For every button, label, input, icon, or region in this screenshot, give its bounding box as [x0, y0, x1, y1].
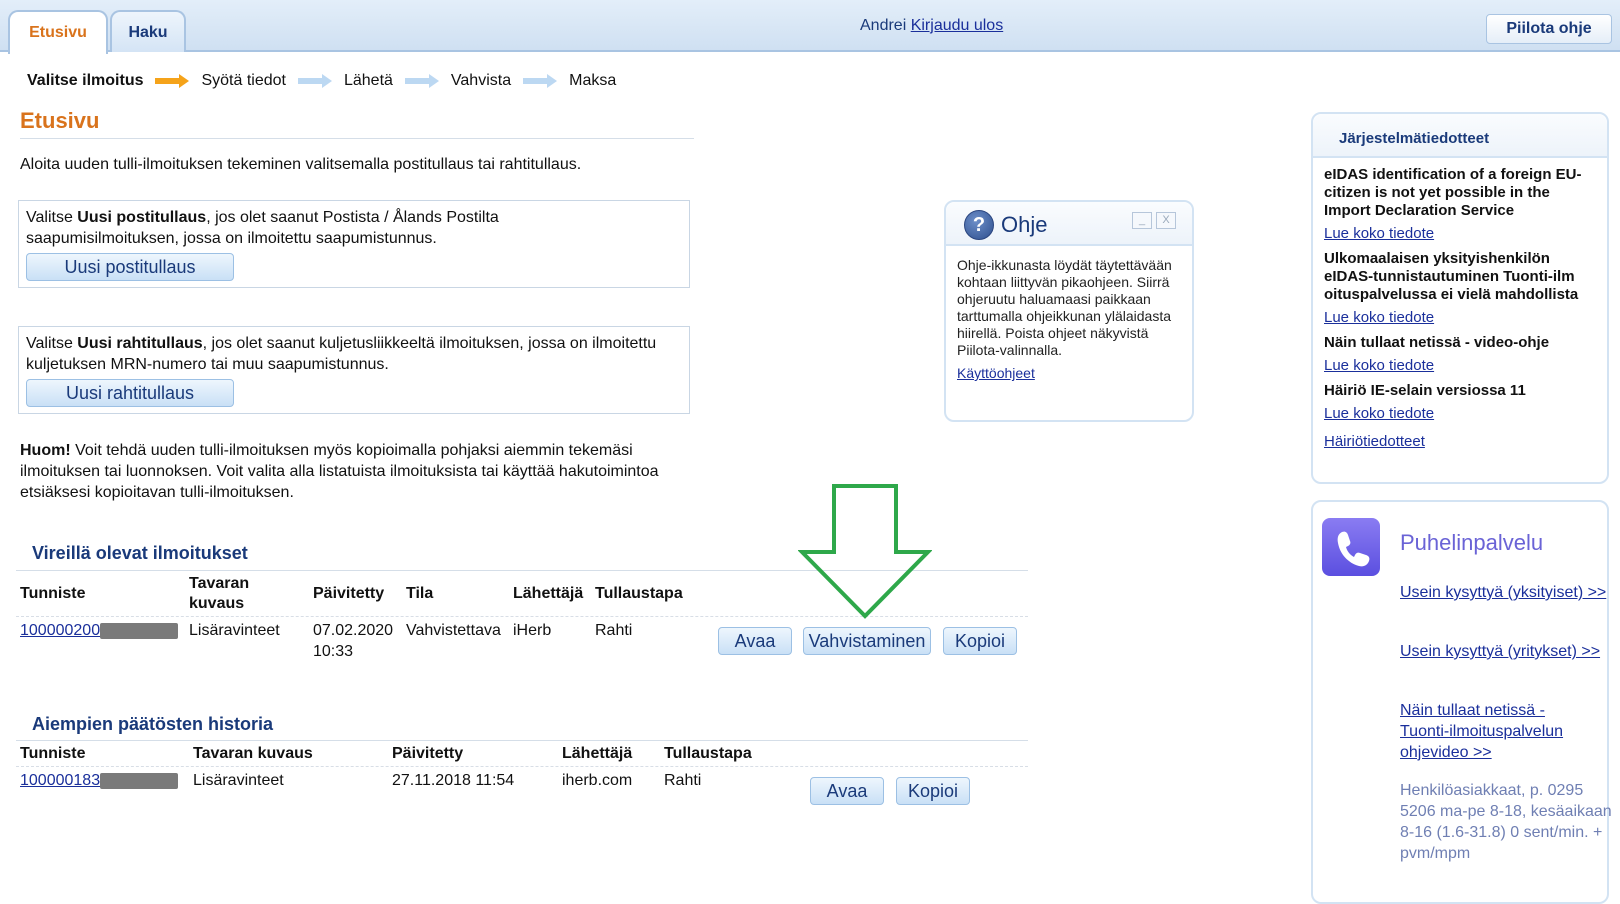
col-header: Tavaran kuvaus: [193, 745, 313, 762]
col-header: Tunniste: [20, 585, 86, 602]
step-pay: Maksa: [569, 72, 617, 89]
page-title: Etusivu: [20, 108, 100, 133]
faq-business-wrap: Usein kysyttyä (yritykset) >>: [1400, 641, 1605, 662]
history-title: Aiempien päätösten historia: [32, 714, 274, 734]
close-icon[interactable]: X: [1156, 212, 1176, 229]
arrow-right-icon: [404, 74, 439, 88]
new-postal-button[interactable]: Uusi postitullaus: [26, 253, 234, 281]
video-guide-link[interactable]: Näin tullaat netissä - Tuonti-ilmoituspa…: [1400, 702, 1563, 761]
row-id: 100000183: [20, 770, 179, 791]
note-text: Huom! Voit tehdä uuden tulli-ilmoituksen…: [20, 442, 659, 501]
row-sender: iherb.com: [562, 772, 633, 789]
help-title: Ohje: [1001, 212, 1048, 237]
row-date: 07.02.2020 10:33: [313, 622, 394, 660]
confirm-button[interactable]: Vahvistaminen: [803, 627, 931, 655]
faq-private-link[interactable]: Usein kysyttyä (yksityiset) >>: [1400, 584, 1606, 601]
help-text: Ohje-ikkunasta löydät täytettävään kohta…: [957, 257, 1172, 382]
declaration-id-link[interactable]: 100000200: [20, 622, 100, 639]
row-desc: Lisäravinteet: [189, 622, 280, 639]
hide-help-button[interactable]: Piilota ohje: [1486, 14, 1612, 44]
faq-private-wrap: Usein kysyttyä (yksityiset) >>: [1400, 582, 1610, 603]
new-freight-button[interactable]: Uusi rahtitullaus: [26, 379, 234, 407]
notice-title: eIDAS identification of a foreign EU-cit…: [1324, 166, 1582, 219]
postal-text: Valitse Uusi postitullaus, jos olet saan…: [26, 209, 499, 247]
help-window: ? Ohje _ X Ohje-ikkunasta löydät täytett…: [944, 200, 1194, 422]
tab-haku[interactable]: Haku: [110, 10, 186, 52]
notice-title: Häiriö IE-selain versiossa 11: [1324, 382, 1526, 399]
notice-title: Ulkomaalaisen yksityishenkilön eIDAS-tun…: [1324, 250, 1579, 303]
step-confirm: Vahvista: [450, 72, 512, 89]
arrow-right-icon: [297, 74, 332, 88]
phone-info: Henkilöasiakkaat, p. 0295 5206 ma-pe 8-1…: [1400, 782, 1612, 862]
read-more-link[interactable]: Lue koko tiedote: [1324, 309, 1434, 326]
freight-box: Valitse Uusi rahtitullaus, jos olet saan…: [18, 326, 690, 414]
col-header: Lähettäjä: [513, 585, 584, 602]
notices-list: eIDAS identification of a foreign EU-cit…: [1324, 166, 1600, 451]
minimize-icon[interactable]: _: [1132, 212, 1152, 229]
step-select: Valitse ilmoitus: [27, 72, 144, 89]
col-header: Tunniste: [20, 745, 86, 762]
phone-title: Puhelinpalvelu: [1400, 530, 1544, 555]
tab-etusivu[interactable]: Etusivu: [8, 10, 108, 54]
progress-steps: Valitse ilmoitus Syötä tiedot Lähetä Vah…: [27, 72, 628, 90]
freight-text: Valitse Uusi rahtitullaus, jos olet saan…: [26, 335, 657, 373]
read-more-link[interactable]: Lue koko tiedote: [1324, 225, 1434, 242]
phone-icon: [1322, 518, 1380, 576]
divider: [20, 138, 694, 139]
col-header: Tullaustapa: [595, 585, 683, 602]
col-header: Tavaran kuvaus: [189, 575, 250, 612]
question-icon: ?: [964, 210, 994, 240]
user-area: Andrei Kirjaudu ulos: [860, 17, 1003, 35]
row-id: 100000200: [20, 620, 179, 641]
pending-title: Vireillä olevat ilmoitukset: [32, 543, 248, 563]
user-guide-link[interactable]: Käyttöohjeet: [957, 365, 1035, 382]
help-window-header[interactable]: ? Ohje _ X: [946, 202, 1192, 246]
postal-box: Valitse Uusi postitullaus, jos olet saan…: [18, 200, 690, 288]
intro-text: Aloita uuden tulli-ilmoituksen tekeminen…: [20, 156, 582, 173]
copy-button[interactable]: Kopioi: [896, 777, 970, 805]
col-header: Lähettäjä: [562, 745, 633, 762]
redacted-block: [100, 772, 179, 789]
top-bar: Etusivu Haku Andrei Kirjaudu ulos Piilot…: [0, 0, 1620, 54]
row-date: 27.11.2018 11:54: [392, 772, 515, 789]
divider: [16, 740, 1028, 741]
col-header: Päivitetty: [313, 585, 385, 602]
row-desc: Lisäravinteet: [193, 772, 284, 789]
step-send: Lähetä: [343, 72, 393, 89]
read-more-link[interactable]: Lue koko tiedote: [1324, 357, 1434, 374]
user-name: Andrei: [860, 17, 907, 34]
col-header: Tila: [406, 585, 434, 602]
arrow-right-icon: [155, 74, 190, 88]
col-header: Päivitetty: [392, 745, 464, 762]
divider: [16, 766, 1028, 767]
step-enter: Syötä tiedot: [201, 72, 286, 89]
open-button[interactable]: Avaa: [810, 777, 884, 805]
faq-business-link[interactable]: Usein kysyttyä (yritykset) >>: [1400, 643, 1600, 660]
col-header: Tullaustapa: [664, 745, 752, 762]
row-method: Rahti: [595, 622, 633, 639]
declaration-id-link[interactable]: 100000183: [20, 772, 100, 789]
notices-header: Järjestelmätiedotteet: [1313, 114, 1607, 158]
annotation-arrow-icon: [798, 484, 932, 619]
row-status: Vahvistettava: [406, 622, 501, 639]
redacted-block: [100, 622, 179, 639]
copy-button[interactable]: Kopioi: [943, 627, 1017, 655]
video-guide-wrap: Näin tullaat netissä - Tuonti-ilmoituspa…: [1400, 700, 1590, 763]
notice-title: Näin tullaat netissä - video-ohje: [1324, 334, 1550, 351]
open-button[interactable]: Avaa: [718, 627, 792, 655]
row-method: Rahti: [664, 772, 702, 789]
notices-title: Järjestelmätiedotteet: [1339, 130, 1490, 147]
arrow-right-icon: [523, 74, 558, 88]
read-more-link[interactable]: Lue koko tiedote: [1324, 405, 1434, 422]
disturbance-notices-link[interactable]: Häiriötiedotteet: [1324, 433, 1425, 450]
logout-link[interactable]: Kirjaudu ulos: [911, 17, 1004, 34]
notices-panel: Järjestelmätiedotteet eIDAS identificati…: [1311, 112, 1609, 484]
row-sender: iHerb: [513, 622, 552, 639]
